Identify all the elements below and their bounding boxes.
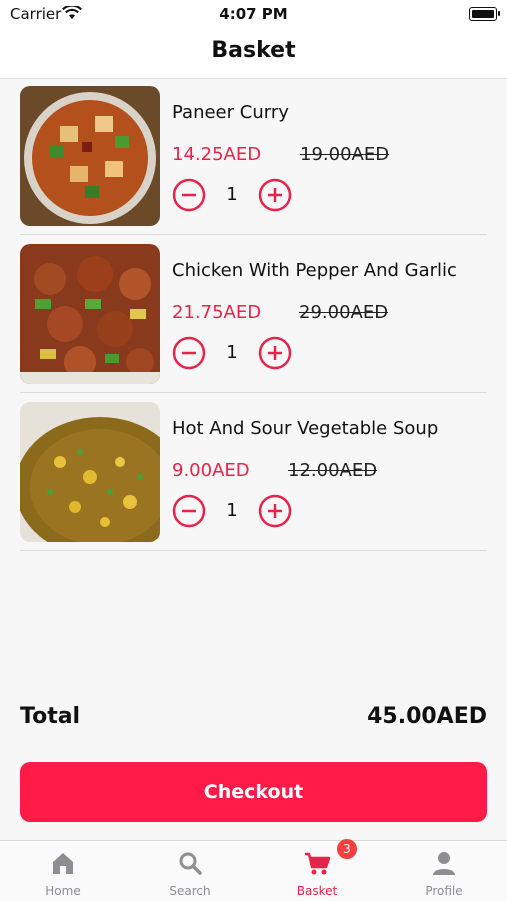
quantity-value: 1 — [226, 500, 238, 521]
tab-bar: Home Search 3 Basket Profile — [0, 839, 507, 901]
basket-item: Paneer Curry 14.25AED 19.00AED 1 — [20, 78, 487, 235]
decrease-quantity-button[interactable] — [172, 494, 206, 528]
quantity-stepper: 1 — [172, 178, 292, 212]
item-original-price: 19.00AED — [300, 144, 390, 165]
item-name: Chicken With Pepper And Garlic — [172, 260, 457, 281]
status-bar: Carrier 4:07 PM — [0, 0, 507, 30]
quantity-value: 1 — [226, 184, 238, 205]
decrease-quantity-button[interactable] — [172, 336, 206, 370]
tab-profile[interactable]: Profile — [381, 841, 507, 901]
cart-icon — [305, 852, 331, 875]
food-image — [20, 86, 160, 226]
tab-label: Home — [45, 884, 81, 898]
quantity-value: 1 — [226, 342, 238, 363]
page-title: Basket — [211, 38, 296, 63]
decrease-quantity-button[interactable] — [172, 178, 206, 212]
increase-quantity-button[interactable] — [258, 178, 292, 212]
item-name: Paneer Curry — [172, 102, 289, 123]
tab-label: Search — [169, 884, 211, 898]
nav-header: Basket — [0, 30, 507, 79]
home-icon — [53, 853, 73, 874]
checkout-button[interactable]: Checkout — [20, 762, 487, 822]
person-icon — [433, 852, 455, 875]
tab-home[interactable]: Home — [0, 841, 126, 901]
food-image — [20, 244, 160, 384]
food-image — [20, 402, 160, 542]
item-original-price: 29.00AED — [299, 302, 389, 323]
total-label: Total — [20, 704, 81, 729]
item-name: Hot And Sour Vegetable Soup — [172, 418, 439, 439]
item-original-price: 12.00AED — [288, 460, 378, 481]
search-icon — [179, 852, 202, 875]
item-price: 9.00AED — [172, 460, 250, 481]
tab-search[interactable]: Search — [127, 841, 253, 901]
quantity-stepper: 1 — [172, 336, 292, 370]
tab-label: Profile — [425, 884, 463, 898]
item-price: 21.75AED — [172, 302, 262, 323]
battery-icon — [469, 7, 500, 21]
tab-label: Basket — [296, 884, 338, 898]
basket-item: Hot And Sour Vegetable Soup 9.00AED 12.0… — [20, 394, 487, 551]
increase-quantity-button[interactable] — [258, 494, 292, 528]
quantity-stepper: 1 — [172, 494, 292, 528]
item-price: 14.25AED — [172, 144, 262, 165]
tab-basket[interactable]: 3 Basket — [254, 839, 380, 901]
cart-count-badge: 3 — [337, 839, 357, 859]
clock: 4:07 PM — [219, 5, 288, 23]
total-value: 45.00AED — [367, 704, 487, 729]
basket-item: Chicken With Pepper And Garlic 21.75AED … — [20, 236, 487, 393]
increase-quantity-button[interactable] — [258, 336, 292, 370]
